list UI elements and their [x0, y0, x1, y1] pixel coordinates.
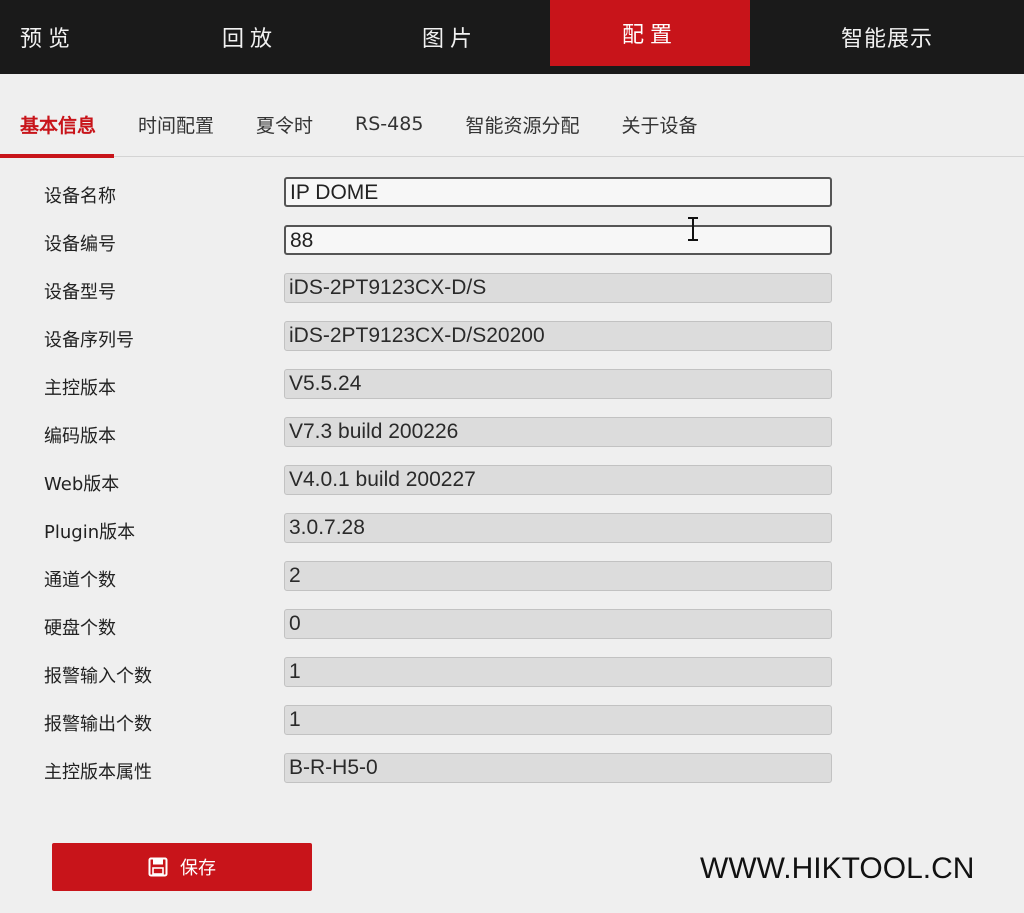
top-navigation: 预览 回放 图片 配置 智能展示	[0, 0, 1024, 74]
form-row-channel-count: 通道个数 2	[0, 558, 1024, 598]
firmware-version-label: 主控版本	[44, 378, 116, 399]
device-number-field[interactable]: 88	[284, 225, 832, 255]
subtab-basic-info[interactable]: 基本信息	[0, 92, 115, 158]
save-button-label: 保存	[180, 858, 216, 879]
nav-tab-playback[interactable]: 回放	[150, 0, 350, 74]
subtab-dst[interactable]: 夏令时	[256, 92, 313, 156]
form-row-hdd-count: 硬盘个数 0	[0, 606, 1024, 646]
alarm-input-count-label: 报警输入个数	[44, 666, 152, 687]
form-row-serial-number: 设备序列号 iDS-2PT9123CX-D/S20200	[0, 318, 1024, 358]
hdd-count-field: 0	[284, 609, 832, 639]
device-name-label: 设备名称	[44, 186, 116, 207]
alarm-output-count-field: 1	[284, 705, 832, 735]
form-row-device-name: 设备名称 IP DOME	[0, 174, 1024, 214]
form-row-alarm-input-count: 报警输入个数 1	[0, 654, 1024, 694]
device-model-field: iDS-2PT9123CX-D/S	[284, 273, 832, 303]
text-cursor-icon	[688, 217, 698, 241]
nav-tab-preview[interactable]: 预览	[0, 0, 150, 74]
alarm-output-count-label: 报警输出个数	[44, 714, 152, 735]
config-subtabs: 基本信息 时间配置 夏令时 RS-485 智能资源分配 关于设备	[0, 92, 1024, 158]
save-button[interactable]: 保存	[52, 843, 312, 891]
form-row-firmware-version: 主控版本 V5.5.24	[0, 366, 1024, 406]
device-model-label: 设备型号	[44, 282, 116, 303]
subtab-rs485[interactable]: RS-485	[355, 92, 423, 156]
serial-number-field: iDS-2PT9123CX-D/S20200	[284, 321, 832, 351]
serial-number-label: 设备序列号	[44, 330, 134, 351]
alarm-input-count-field: 1	[284, 657, 832, 687]
subtab-time-settings[interactable]: 时间配置	[138, 92, 214, 156]
device-name-field[interactable]: IP DOME	[284, 177, 832, 207]
plugin-version-label: Plugin版本	[44, 522, 136, 543]
form-row-device-number: 设备编号 88	[0, 222, 1024, 262]
nav-tab-smart-display[interactable]: 智能展示	[750, 0, 1024, 74]
form-row-device-model: 设备型号 iDS-2PT9123CX-D/S	[0, 270, 1024, 310]
channel-count-field: 2	[284, 561, 832, 591]
form-row-web-version: Web版本 V4.0.1 build 200227	[0, 462, 1024, 502]
firmware-version-field: V5.5.24	[284, 369, 832, 399]
encoding-version-field: V7.3 build 200226	[284, 417, 832, 447]
firmware-attribute-label: 主控版本属性	[44, 762, 152, 783]
form-row-alarm-output-count: 报警输出个数 1	[0, 702, 1024, 742]
form-row-encoding-version: 编码版本 V7.3 build 200226	[0, 414, 1024, 454]
nav-tab-pictures[interactable]: 图片	[350, 0, 550, 74]
form-row-firmware-attribute: 主控版本属性 B-R-H5-0	[0, 750, 1024, 790]
web-version-field: V4.0.1 build 200227	[284, 465, 832, 495]
firmware-attribute-field: B-R-H5-0	[284, 753, 832, 783]
encoding-version-label: 编码版本	[44, 426, 116, 447]
device-number-label: 设备编号	[44, 234, 116, 255]
watermark-text: WWW.HIKTOOL.CN	[700, 852, 975, 885]
channel-count-label: 通道个数	[44, 570, 116, 591]
nav-tab-configuration[interactable]: 配置	[550, 0, 750, 66]
form-row-plugin-version: Plugin版本 3.0.7.28	[0, 510, 1024, 550]
subtab-about-device[interactable]: 关于设备	[621, 92, 697, 156]
hdd-count-label: 硬盘个数	[44, 618, 116, 639]
plugin-version-field: 3.0.7.28	[284, 513, 832, 543]
web-version-label: Web版本	[44, 474, 120, 495]
subtab-smart-resource[interactable]: 智能资源分配	[465, 92, 579, 156]
save-icon	[148, 857, 168, 877]
